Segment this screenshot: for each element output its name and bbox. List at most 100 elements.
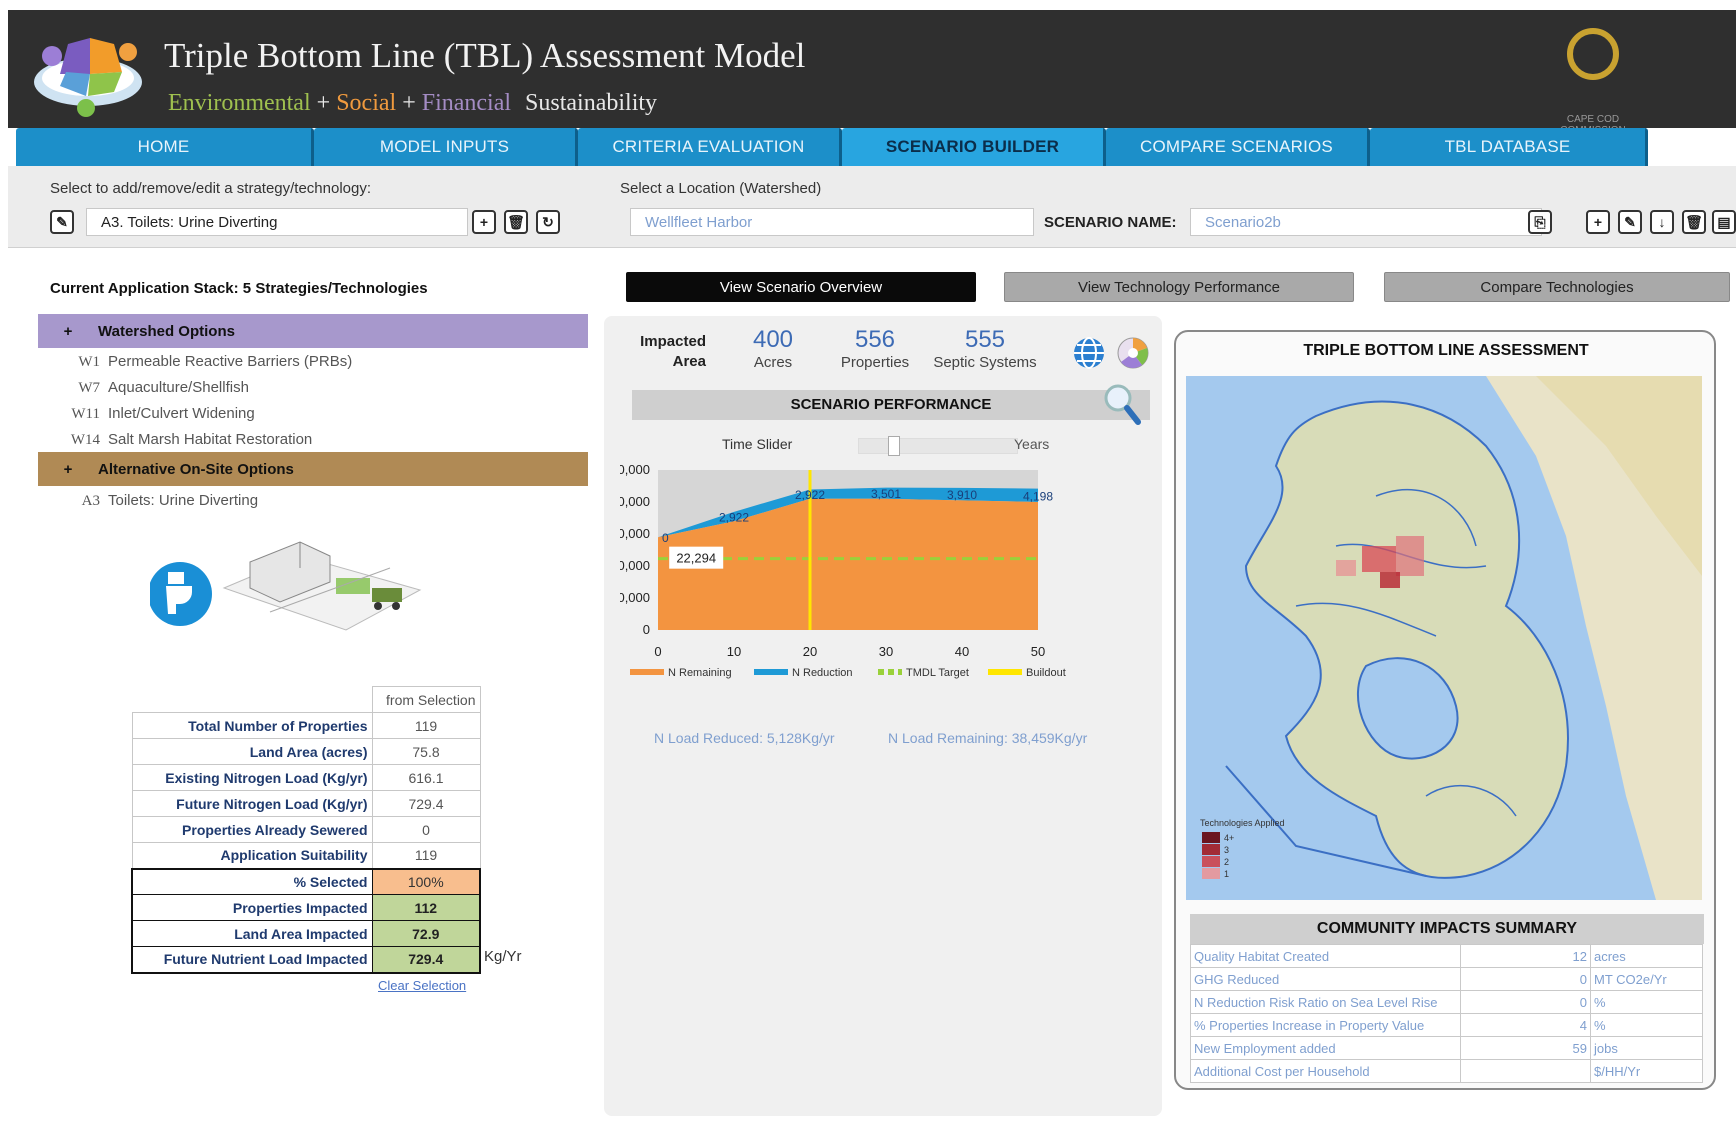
edit-scenario-icon[interactable]: ✎ [1618,210,1642,234]
n-reduction-data-label: 4,198 [1023,489,1053,503]
tab-criteria-evaluation[interactable]: CRITERIA EVALUATION [578,128,842,166]
table-row: Properties Impacted 112 [131,894,481,921]
n-reduction-data-label: 2,922 [719,511,749,525]
tab-compare-scenarios[interactable]: COMPARE SCENARIOS [1106,128,1370,166]
y-tick-label: 0 [643,622,650,637]
y-tick-label: 20,000 [620,558,650,573]
n-reduction-data-label: 2,922 [795,488,825,502]
selection-stats-table: from Selection Total Number of Propertie… [131,686,481,974]
app-header: Triple Bottom Line (TBL) Assessment Mode… [8,10,1736,136]
x-tick-label: 20 [803,644,817,659]
table-row: Land Area Impacted 72.9 [131,920,481,947]
main-nav: HOME MODEL INPUTS CRITERIA EVALUATION SC… [16,128,1648,166]
table-row: Application Suitability 119 [131,842,481,869]
globe-icon[interactable] [1072,336,1106,370]
n-load-remaining: N Load Remaining: 38,459Kg/yr [888,730,1088,746]
subtitle-financial: Financial [421,90,512,116]
disc-icon[interactable] [1116,336,1150,370]
legend-label: Buildout [1026,667,1066,679]
view-scenario-overview-button[interactable]: View Scenario Overview [626,272,976,302]
magnifier-icon[interactable] [1102,382,1142,426]
list-item[interactable]: W1 Permeable Reactive Barriers (PRBs) [62,353,352,371]
nutrient-unit-label: Kg/Yr [484,948,522,965]
scenario-performance-chart: 0 10,000 20,000 30,000 40,000 50,000 0 10 20 30 40… [620,462,1066,679]
map-legend-title: Technologies Applied [1200,818,1285,828]
subtitle-social: Social [336,90,397,116]
y-tick-label: 40,000 [620,494,650,509]
clear-selection-link[interactable]: Clear Selection [378,978,466,993]
table-row: % Properties Increase in Property Value 4… [1190,1013,1703,1037]
compare-technologies-button[interactable]: Compare Technologies [1384,272,1730,302]
y-tick-label: 10,000 [620,590,650,605]
table-row: Additional Cost per Household $/HH/Yr [1190,1059,1703,1083]
urine-diverting-illustration-icon [150,541,422,631]
legend-label: TMDL Target [906,667,969,679]
app-title: Triple Bottom Line (TBL) Assessment Mode… [164,36,806,75]
tab-home[interactable]: HOME [16,128,314,166]
x-tick-label: 0 [654,644,661,659]
expand-icon[interactable]: + [38,323,98,340]
scenario-name-input[interactable]: Scenario2b [1190,208,1542,236]
percent-selected-input[interactable]: 100% [371,867,481,895]
kpi-septic-systems: 555 Septic Systems [933,326,1037,371]
x-tick-label: 50 [1031,644,1045,659]
legend-label: N Reduction [792,667,853,679]
delete-strategy-icon[interactable]: 🗑 [504,210,528,234]
n-reduction-data-label: 3,501 [871,487,901,501]
list-item[interactable]: A3 Toilets: Urine Diverting [62,492,258,510]
application-stack-title: Current Application Stack: 5 Strategies/… [50,280,428,297]
list-item[interactable]: W7 Aquaculture/Shellfish [62,379,249,397]
location-prompt: Select a Location (Watershed) [620,180,822,197]
watershed-map[interactable]: Technologies Applied 4+ 3 2 1 [1186,376,1702,900]
subtitle-environmental: Environmental [168,90,311,116]
x-tick-label: 10 [727,644,741,659]
group-label: Watershed Options [98,322,235,340]
tab-tbl-database[interactable]: TBL DATABASE [1370,128,1648,166]
table-row: New Employment added 59 jobs [1190,1036,1703,1060]
tmdl-target-label: 22,294 [676,551,716,566]
y-tick-label: 30,000 [620,526,650,541]
table-row: from Selection [132,686,481,713]
map-legend-item: 2 [1224,857,1229,867]
table-row: N Reduction Risk Ratio on Sea Level Rise… [1190,990,1703,1014]
group-label: Alternative On-Site Options [98,460,294,478]
print-scenario-icon[interactable]: ▤ [1712,210,1736,234]
strategy-select[interactable]: A3. Toilets: Urine Diverting [86,208,468,236]
tbl-logo-icon [34,38,142,117]
community-impacts-table: Quality Habitat Created 12 acres GHG Reduc… [1190,944,1703,1083]
n-load-reduced: N Load Reduced: 5,128Kg/yr [654,730,835,746]
subtitle-plus: + [402,90,416,116]
view-technology-performance-button[interactable]: View Technology Performance [1004,272,1354,302]
tbl-assessment-title: TRIPLE BOTTOM LINE ASSESSMENT [1303,342,1589,359]
delete-scenario-icon[interactable]: 🗑 [1682,210,1706,234]
add-strategy-icon[interactable]: + [472,210,496,234]
kpi-acres: 400 Acres [752,326,794,371]
edit-strategy-icon[interactable]: ✎ [50,210,74,234]
map-legend-item: 4+ [1224,833,1234,843]
new-scenario-icon[interactable]: + [1586,210,1610,234]
refresh-strategy-icon[interactable]: ↻ [536,210,560,234]
kpi-properties: 556 Properties [840,326,910,371]
save-scenario-icon[interactable]: ⎘ [1528,210,1552,234]
map-legend-item: 1 [1224,869,1229,879]
table-header: from Selection [371,686,481,713]
list-item[interactable]: W11 Inlet/Culvert Widening [62,405,254,423]
impacted-area-label: Impacted Area [640,333,706,370]
expand-icon[interactable]: + [38,461,98,478]
tab-scenario-builder[interactable]: SCENARIO BUILDER [842,128,1106,166]
commission-ring-icon [1567,28,1619,80]
list-item[interactable]: W14 Salt Marsh Habitat Restoration [62,431,312,449]
tbl-app: Triple Bottom Line (TBL) Assessment Mode… [0,0,1736,1126]
strategy-prompt: Select to add/remove/edit a strategy/tec… [50,180,372,197]
group-alternative-onsite-options[interactable]: + Alternative On-Site Options [38,452,588,486]
location-select[interactable]: Wellfleet Harbor [630,208,1034,236]
tab-model-inputs[interactable]: MODEL INPUTS [314,128,578,166]
group-watershed-options[interactable]: + Watershed Options [38,314,588,348]
legend-label: N Remaining [668,667,732,679]
app-subtitle: Environmental + Social + Financial Sustainabi… [168,90,657,117]
subtitle-plus: + [316,90,331,116]
community-impacts-title: COMMUNITY IMPACTS SUMMARY [1190,914,1704,944]
table-row: Quality Habitat Created 12 acres [1190,944,1703,968]
x-tick-label: 30 [879,644,893,659]
download-scenario-icon[interactable]: ↓ [1650,210,1674,234]
